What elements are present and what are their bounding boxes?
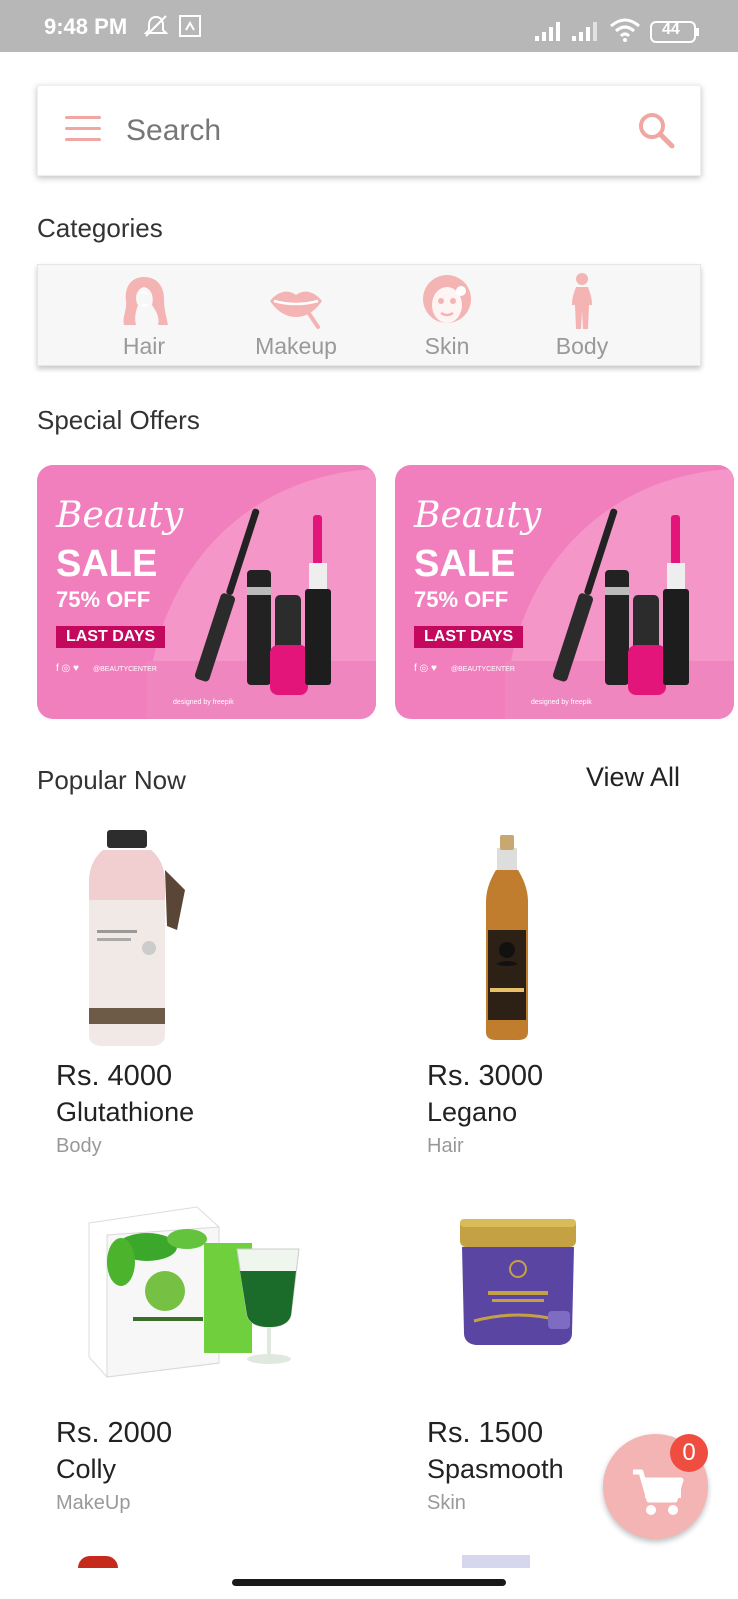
offer-headline: SALE <box>56 543 158 585</box>
product-image <box>89 830 185 1046</box>
signal-icon <box>534 20 562 47</box>
home-indicator[interactable] <box>232 1579 506 1586</box>
product-image <box>486 835 528 1040</box>
offer-script: Beauty <box>56 495 184 536</box>
offer-handle: @BEAUTYCENTER <box>93 666 157 673</box>
offer-tag: LAST DAYS <box>414 626 524 648</box>
product-price: Rs. 3000 <box>427 1060 544 1092</box>
battery-icon: 44 <box>650 20 700 49</box>
product-name: Spasmooth <box>427 1454 564 1484</box>
category-hair[interactable]: Hair <box>84 271 204 363</box>
offer-discount: 75% OFF <box>56 587 151 612</box>
offer-social-icons: f ◎ ♥ <box>56 663 79 674</box>
face-mask-icon <box>423 275 471 323</box>
screenshot-icon <box>178 14 202 43</box>
offer-headline: SALE <box>414 543 516 585</box>
product-price: Rs. 2000 <box>56 1417 173 1449</box>
offer-banner-1[interactable]: Beauty SALE 75% OFF LAST DAYS @BEAUTYCEN… <box>37 465 376 719</box>
categories-panel: Hair Makeup Skin Body <box>37 264 701 366</box>
offer-script: Beauty <box>414 495 542 536</box>
hair-icon <box>123 277 168 325</box>
magnifier-icon[interactable] <box>636 110 676 150</box>
status-bar: 9:48 PM 44 <box>0 0 738 52</box>
category-label: Body <box>555 333 609 359</box>
offer-credit: designed by freepik <box>173 699 234 706</box>
search-bar <box>37 85 701 176</box>
offer-banner-2[interactable]: Beauty SALE 75% OFF LAST DAYS @BEAUTYCEN… <box>395 465 734 719</box>
offer-discount: 75% OFF <box>414 587 509 612</box>
wifi-icon <box>609 18 641 47</box>
product-card-colly[interactable]: Rs. 2000 Colly MakeUp <box>37 1187 367 1537</box>
status-time: 9:48 PM <box>44 14 128 39</box>
signal-icon <box>571 20 599 47</box>
view-all-link[interactable]: View All <box>586 762 680 793</box>
categories-title: Categories <box>37 213 163 243</box>
product-price: Rs. 4000 <box>56 1060 173 1092</box>
offer-tag: LAST DAYS <box>56 626 166 648</box>
product-name: Colly <box>56 1454 117 1484</box>
product-name: Glutathione <box>56 1097 195 1127</box>
offer-handle: @BEAUTYCENTER <box>451 666 515 673</box>
body-icon <box>572 273 592 329</box>
cart-count-badge: 0 <box>670 1434 708 1472</box>
product-category: Body <box>56 1135 102 1157</box>
product-category: Hair <box>427 1135 464 1157</box>
offer-credit: designed by freepik <box>531 699 592 706</box>
cart-button[interactable]: 0 <box>603 1434 708 1539</box>
category-body[interactable]: Body <box>522 271 642 363</box>
next-product-peek <box>78 1556 118 1568</box>
search-input[interactable] <box>126 104 606 158</box>
mute-icon <box>143 14 169 43</box>
hamburger-menu-icon[interactable] <box>65 116 101 144</box>
product-image <box>460 1219 576 1345</box>
product-card-legano[interactable]: Rs. 3000 Legano Hair <box>408 830 738 1180</box>
lips-icon <box>270 291 322 329</box>
product-category: MakeUp <box>56 1492 131 1514</box>
category-skin[interactable]: Skin <box>387 271 507 363</box>
category-makeup[interactable]: Makeup <box>236 271 356 363</box>
popular-now-title: Popular Now <box>37 765 186 795</box>
product-category: Skin <box>427 1492 466 1514</box>
offer-social-icons: f ◎ ♥ <box>414 663 437 674</box>
product-image <box>88 1206 300 1378</box>
product-price: Rs. 1500 <box>427 1417 544 1449</box>
special-offers-title: Special Offers <box>37 405 200 435</box>
product-card-glutathione[interactable]: Rs. 4000 Glutathione Body <box>37 830 367 1180</box>
category-label: Skin <box>424 333 470 359</box>
product-name: Legano <box>427 1097 518 1127</box>
category-label: Hair <box>122 333 166 359</box>
battery-level: 44 <box>662 21 680 38</box>
next-product-peek <box>462 1555 530 1568</box>
category-label: Makeup <box>255 333 337 359</box>
